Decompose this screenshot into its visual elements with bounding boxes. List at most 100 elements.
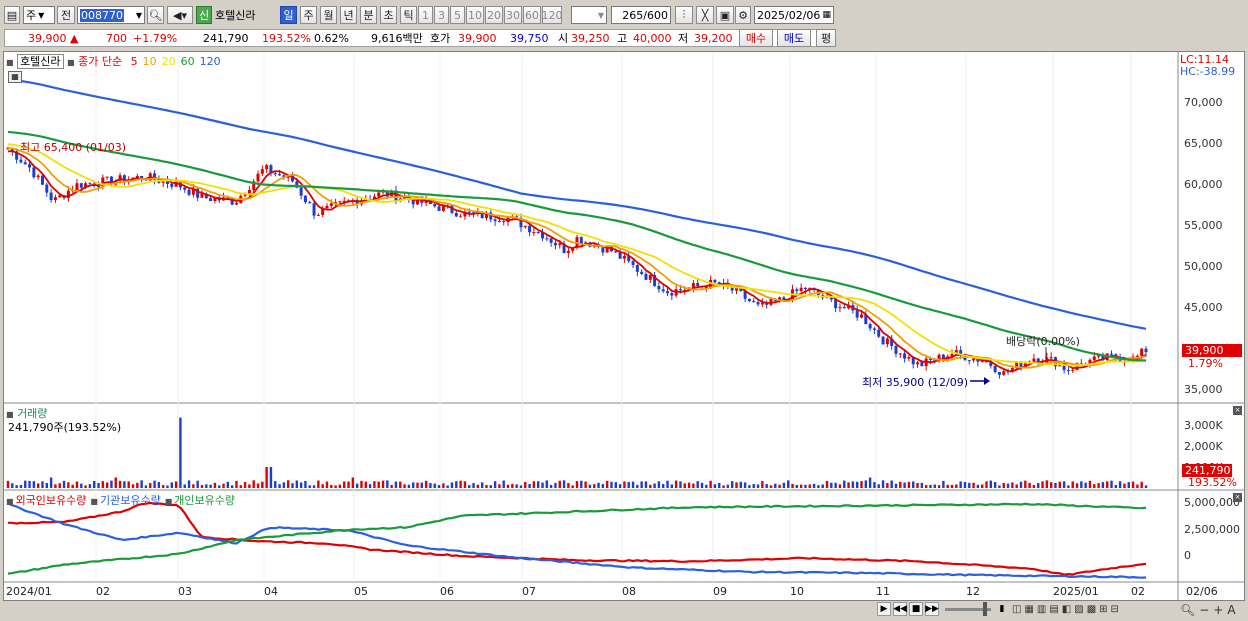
volume-bar xyxy=(295,480,299,488)
play-icon[interactable]: ▶ xyxy=(877,602,891,616)
x-tick-label: 12 xyxy=(966,585,980,598)
volume-bar xyxy=(713,484,717,488)
volume-bar xyxy=(192,484,195,488)
volume-bar xyxy=(364,481,367,488)
candle-body xyxy=(183,187,187,190)
candle-body xyxy=(329,203,333,206)
volume-bar xyxy=(54,484,57,488)
volume-bar xyxy=(317,480,320,488)
volume-bar xyxy=(821,484,824,488)
volume-bar xyxy=(472,483,475,488)
volume-bar xyxy=(325,481,329,488)
candle-body xyxy=(678,289,682,291)
candle-body xyxy=(838,307,842,309)
volume-bar xyxy=(955,484,958,488)
candle-body xyxy=(523,225,527,228)
candle-body xyxy=(855,310,859,318)
volume-bar xyxy=(32,481,36,488)
volume-bar xyxy=(937,485,941,488)
candle-body xyxy=(377,192,381,197)
volume-bar xyxy=(1080,481,1083,488)
candle-body xyxy=(756,302,760,305)
x-tick-label: 03 xyxy=(178,585,192,598)
volume-bar xyxy=(864,480,868,488)
price-tick: 55,000 xyxy=(1184,219,1223,232)
bar-icon[interactable]: ▮ xyxy=(995,602,1009,616)
candle-body xyxy=(265,165,269,170)
stop-icon[interactable]: ■ xyxy=(909,602,923,616)
table-icon[interactable]: ▦ xyxy=(8,71,22,83)
candle-body xyxy=(872,328,876,330)
candle-body xyxy=(1002,371,1006,375)
volume-bar xyxy=(657,481,661,488)
volume-bar xyxy=(855,481,859,488)
ma-legend-item: 5 xyxy=(130,55,138,68)
candle-body xyxy=(493,219,497,222)
candle-body xyxy=(256,173,260,182)
volume-bar xyxy=(1110,480,1113,488)
volume-bar xyxy=(373,481,376,488)
volume-bar xyxy=(528,484,531,488)
x-tick-label: 02 xyxy=(1131,585,1145,598)
candle-body xyxy=(920,362,924,367)
volume-bar xyxy=(230,485,234,488)
candle-body xyxy=(553,242,557,246)
volume-bar xyxy=(170,482,174,488)
close-icon[interactable]: × xyxy=(1233,406,1242,415)
volume-bar xyxy=(989,480,993,488)
volume-pct: 193.52% xyxy=(1188,476,1237,489)
volume-bar xyxy=(179,417,182,488)
volume-bar xyxy=(222,483,225,488)
x-tick-label: 04 xyxy=(264,585,278,598)
volume-tick: 3,000K xyxy=(1184,419,1223,432)
ma-legend-item: 60 xyxy=(180,55,195,68)
volume-bar xyxy=(825,480,829,488)
slider-handle[interactable] xyxy=(983,602,987,616)
volume-bar xyxy=(899,481,902,488)
volume-bar xyxy=(351,477,355,488)
candle-body xyxy=(648,275,652,280)
volume-bar xyxy=(980,484,984,488)
volume-bar xyxy=(1062,481,1066,488)
candle-body xyxy=(1144,348,1148,353)
candle-body xyxy=(437,206,441,211)
volume-bar xyxy=(218,485,221,488)
volume-bar xyxy=(93,480,96,488)
zoom-tools[interactable]: ◫▦▥▤◧▨▩⊞⊟ xyxy=(1012,604,1122,615)
volume-bar xyxy=(700,482,704,488)
volume-bar xyxy=(390,485,393,488)
volume-bar xyxy=(985,481,988,488)
volume-bar xyxy=(131,484,135,488)
rewind-icon[interactable]: ◀◀ xyxy=(893,602,907,616)
volume-bar xyxy=(11,483,14,488)
candle-body xyxy=(209,198,213,201)
volume-bar xyxy=(890,480,893,488)
volume-bar xyxy=(541,482,544,488)
volume-bar xyxy=(493,481,497,488)
forward-icon[interactable]: ▶▶ xyxy=(925,602,939,616)
volume-bar xyxy=(920,482,924,488)
zoom-controls[interactable]: 🔍︎−+A xyxy=(1180,603,1240,617)
volume-bar xyxy=(437,485,441,488)
close-icon[interactable]: × xyxy=(1233,493,1242,502)
grid-lines xyxy=(95,52,1132,582)
volume-bar xyxy=(157,482,161,488)
volume-bar xyxy=(817,485,820,488)
volume-bar xyxy=(321,484,324,488)
volume-bar xyxy=(84,485,87,488)
holding-legend-item: 개인보유수량 xyxy=(174,494,235,507)
candle-body xyxy=(1135,355,1139,357)
volume-bar xyxy=(235,480,238,488)
price-tick: 45,000 xyxy=(1184,301,1223,314)
volume-bar xyxy=(1032,484,1036,488)
volume-bar xyxy=(993,481,997,488)
volume-bar xyxy=(67,482,70,488)
candle-body xyxy=(316,214,320,216)
ma-legend-item: 10 xyxy=(142,55,157,68)
candle-body xyxy=(1049,357,1053,359)
volume-bar xyxy=(683,483,686,488)
volume-bar xyxy=(1071,481,1074,488)
volume-bar xyxy=(502,480,505,488)
candle-body xyxy=(635,265,639,272)
volume-bar xyxy=(907,481,911,488)
